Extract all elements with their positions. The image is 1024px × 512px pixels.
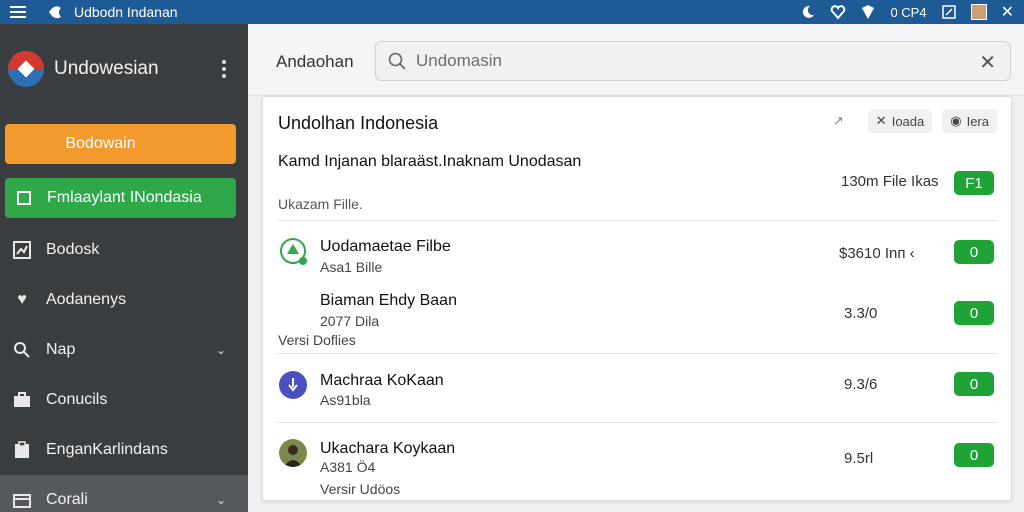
user-avatar[interactable] bbox=[970, 4, 987, 20]
row-title: Uodamaetae Filbe bbox=[320, 238, 451, 255]
card-subtitle: Kamd Injanan blaraäst.Inaknam Unodasan bbox=[278, 153, 582, 170]
chevron-down-icon[interactable]: ⌄ bbox=[216, 493, 226, 507]
divider bbox=[277, 353, 997, 354]
calendar-icon[interactable] bbox=[941, 4, 957, 20]
clear-search-icon[interactable]: ✕ bbox=[979, 50, 996, 75]
search-icon bbox=[12, 340, 32, 360]
clipboard-icon bbox=[12, 440, 32, 460]
edit-icon bbox=[17, 191, 31, 205]
folder-icon bbox=[12, 490, 32, 510]
close-icon[interactable]: ✕ bbox=[1001, 2, 1014, 22]
secondary-action-button[interactable]: Fmlaaylant INondasia bbox=[5, 178, 236, 218]
sidebar: Undowesian Bodowain Fmlaaylant INondasia… bbox=[0, 24, 248, 512]
row-title: Ukachara Koykaan bbox=[320, 440, 456, 457]
top-bar: Udbodn Indanan 0 CP4 ✕ bbox=[0, 0, 1024, 24]
sidebar-item-nap[interactable]: Nap ⌄ bbox=[0, 325, 248, 375]
view-button-label: Iera bbox=[966, 113, 989, 129]
row-subtitle: 2077 Dila bbox=[320, 313, 380, 329]
brand-name: Undowesian bbox=[54, 58, 159, 79]
pin-icon[interactable]: ↗ bbox=[833, 113, 844, 129]
row-badge[interactable]: 0 bbox=[954, 443, 994, 467]
sidebar-item-conucils[interactable]: Conucils bbox=[0, 375, 248, 425]
window-title: Udbodn Indanan bbox=[74, 4, 178, 20]
main-header: Andaohan Undomasin ✕ bbox=[248, 24, 1024, 96]
sidebar-item-aodanenys[interactable]: ♥ Aodanenys bbox=[0, 275, 248, 325]
row-value: 3.3/0 bbox=[844, 305, 878, 322]
view-button[interactable]: ◉ Iera bbox=[942, 109, 997, 133]
menu-icon[interactable] bbox=[10, 6, 32, 18]
row-subtitle: A381 Ö4 bbox=[320, 459, 376, 475]
briefcase-icon bbox=[12, 390, 32, 410]
row-title: Biaman Ehdy Baan bbox=[320, 292, 457, 309]
sidebar-item-label: Nap bbox=[46, 341, 76, 358]
brand-logo-icon bbox=[8, 51, 44, 87]
row-badge[interactable]: 0 bbox=[954, 372, 994, 396]
moon-icon[interactable] bbox=[800, 4, 816, 20]
status-text: 0 CP4 bbox=[890, 4, 927, 20]
divider bbox=[277, 422, 997, 423]
row-badge[interactable]: 0 bbox=[954, 240, 994, 264]
top-bar-status: 0 CP4 ✕ bbox=[800, 0, 1014, 24]
secondary-action-label: Fmlaaylant INondasia bbox=[47, 189, 202, 206]
load-button-label: Ioada bbox=[891, 113, 925, 129]
row-subtitle: As91bla bbox=[320, 392, 371, 408]
row-badge[interactable]: 0 bbox=[954, 301, 994, 325]
sidebar-item-label: Bodosk bbox=[46, 241, 100, 258]
avatar bbox=[279, 439, 307, 467]
header-label: Andaohan bbox=[276, 52, 354, 71]
sidebar-item-corali[interactable]: Corali ⌄ bbox=[0, 475, 248, 512]
card-meta: Ukazam Fille. bbox=[278, 196, 363, 212]
card-title: Undolhan Indonesia bbox=[278, 113, 439, 133]
eye-icon: ◉ bbox=[950, 113, 962, 128]
file-size-badge[interactable]: F1 bbox=[954, 171, 994, 195]
row-version: Versi Doflies bbox=[278, 332, 356, 348]
sidebar-item-label: Aodanenys bbox=[46, 291, 127, 308]
row-subtitle: Asa1 Bille bbox=[320, 259, 383, 275]
sidebar-item-engankarlindans[interactable]: EnganKarlindans bbox=[0, 425, 248, 475]
sidebar-item-bodosk[interactable]: Bodosk bbox=[0, 225, 248, 275]
android-icon bbox=[279, 237, 307, 265]
kebab-menu-icon[interactable] bbox=[222, 60, 226, 78]
chevron-down-icon[interactable]: ⌄ bbox=[216, 343, 226, 357]
search-placeholder: Undomasin bbox=[416, 51, 502, 70]
app-icon bbox=[279, 371, 307, 399]
sidebar-item-label: Corali bbox=[46, 491, 88, 508]
divider bbox=[277, 220, 997, 221]
app-logo-icon bbox=[49, 6, 61, 19]
card-toolbar: ↗ ✕ Ioada ◉ Iera bbox=[833, 109, 997, 133]
row-value: $3610 Inп ‹ bbox=[839, 245, 915, 262]
row-value: 9.3/6 bbox=[844, 376, 878, 393]
sidebar-header: Undowesian bbox=[0, 24, 248, 114]
tools-icon: ✕ bbox=[875, 113, 887, 128]
sidebar-item-label: EnganKarlindans bbox=[46, 441, 168, 458]
row-value: 9.5rl bbox=[844, 450, 874, 467]
heart-icon[interactable] bbox=[830, 4, 846, 20]
file-size-text: 130m File Ikas bbox=[841, 173, 939, 190]
search-icon bbox=[388, 52, 406, 70]
heart-icon: ♥ bbox=[17, 291, 27, 308]
content-card: Undolhan Indonesia ↗ ✕ Ioada ◉ Iera Kamd… bbox=[262, 96, 1012, 501]
row-version: Versir Udöos bbox=[320, 481, 401, 497]
search-input[interactable]: Undomasin ✕ bbox=[375, 41, 1011, 81]
primary-action-button[interactable]: Bodowain bbox=[5, 124, 236, 164]
sidebar-item-label: Conucils bbox=[46, 391, 108, 408]
shield-icon[interactable] bbox=[860, 4, 876, 20]
row-title: Machraa KoKaan bbox=[320, 372, 444, 389]
chart-icon bbox=[12, 240, 32, 260]
load-button[interactable]: ✕ Ioada bbox=[867, 109, 933, 133]
